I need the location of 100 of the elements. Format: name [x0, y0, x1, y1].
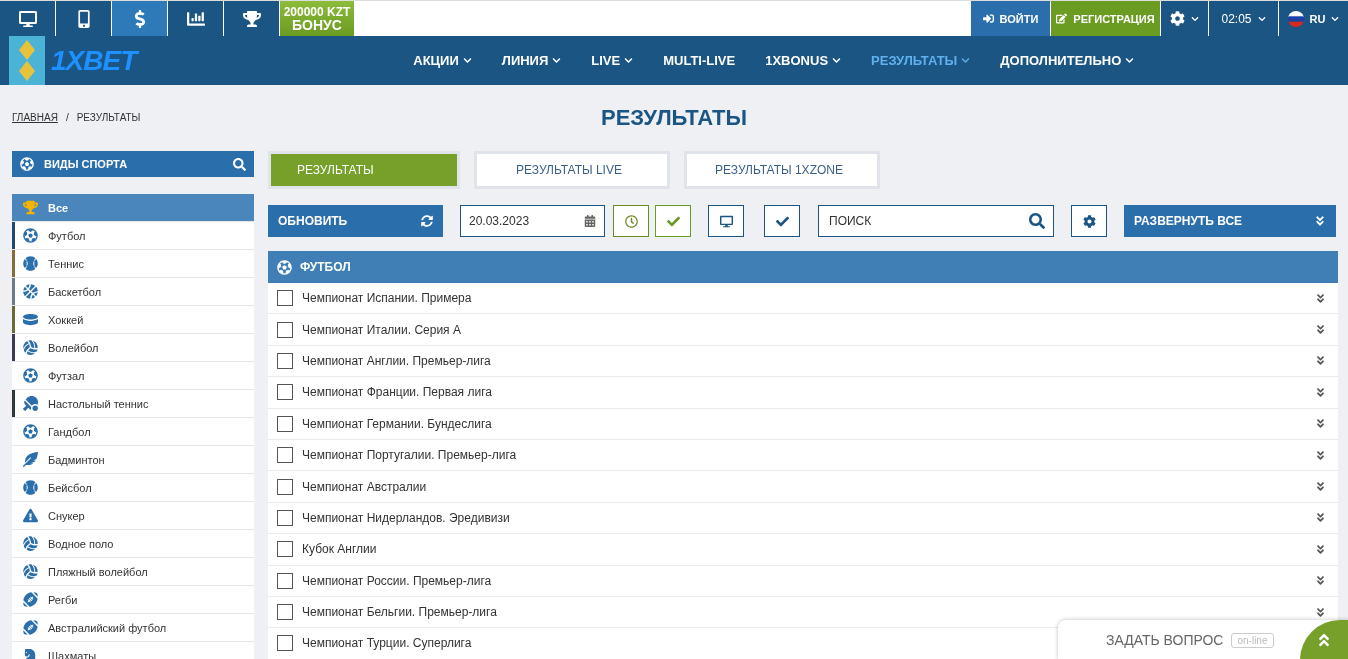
league-row[interactable]: Кубок Англии [268, 534, 1338, 566]
bar-chart-button[interactable] [168, 1, 224, 36]
league-name: Чемпионат Испании. Примера [302, 291, 472, 306]
nav-link[interactable]: АКЦИИ [413, 53, 472, 68]
search-icon[interactable] [233, 157, 246, 171]
league-name: Чемпионат Германии. Бундеслига [302, 416, 492, 431]
league-row[interactable]: Чемпионат Нидерландов. Эредивизи [268, 502, 1338, 535]
breadcrumb-link[interactable]: ГЛАВНАЯ [12, 112, 58, 123]
sidebar-item[interactable]: Настольный теннис [12, 390, 254, 418]
section-title: ФУТБОЛ [300, 260, 351, 274]
edit-icon [1056, 13, 1068, 24]
league-row[interactable]: Чемпионат Англии. Премьер-лига [268, 345, 1338, 378]
volleyball-icon [23, 564, 38, 579]
double-chevron-icon[interactable] [1315, 324, 1326, 336]
chat-dialog[interactable]: ЗАДАТЬ ВОПРОС on-line [1058, 620, 1348, 659]
double-chevron-icon[interactable] [1315, 386, 1326, 398]
volleyball-icon [23, 536, 38, 551]
sign-in-icon [982, 13, 994, 24]
checkbox[interactable] [277, 290, 293, 307]
refresh-button[interactable]: ОБНОВИТЬ [268, 205, 443, 237]
league-name: Чемпионат Англии. Премьер-лига [302, 353, 491, 368]
volleyball-icon [23, 340, 38, 355]
bar-chart-icon [186, 9, 205, 28]
checkbox[interactable] [277, 635, 293, 652]
checkbox[interactable] [277, 572, 293, 589]
check-button[interactable] [655, 205, 691, 237]
desktop-icon [18, 9, 37, 28]
double-chevron-icon[interactable] [1315, 512, 1326, 524]
time-dropdown[interactable]: 02:05 [1208, 1, 1278, 36]
league-name: Чемпионат Бельгии. Премьер-лига [302, 605, 497, 620]
checkbox[interactable] [277, 604, 293, 621]
search-field[interactable]: ПОИСК [818, 205, 1054, 237]
online-status: on-line [1231, 632, 1274, 648]
sidebar-item[interactable]: Хоккей [12, 306, 254, 334]
settings-icon [1082, 214, 1096, 228]
league-row[interactable]: Чемпионат Франции. Первая лига [268, 377, 1338, 409]
league-name: Чемпионат Франции. Первая лига [302, 385, 492, 400]
league-row[interactable]: Чемпионат Германии. Бундеслига [268, 408, 1338, 440]
sidebar-item[interactable]: Все [12, 194, 254, 222]
league-name: Чемпионат России. Премьер-лига [302, 573, 492, 588]
sidebar-title: ВИДЫ СПОРТА [44, 158, 129, 170]
checkbox[interactable] [277, 352, 293, 369]
double-chevron-icon[interactable] [1315, 449, 1326, 461]
double-chevron-icon[interactable] [1315, 575, 1326, 587]
tab[interactable]: РЕЗУЛЬТАТЫ 1XZONE [684, 151, 880, 189]
puck-icon [23, 312, 38, 327]
search-icon [1029, 213, 1045, 229]
breadcrumb-current: РЕЗУЛЬТАТЫ [76, 112, 141, 123]
double-chevron-icon[interactable] [1315, 418, 1326, 430]
league-row[interactable]: Чемпионат России. Премьер-лига [268, 565, 1338, 597]
double-chevron-icon[interactable] [1315, 606, 1326, 618]
desktop-button[interactable] [708, 205, 744, 237]
language-dropdown[interactable]: RU [1278, 1, 1348, 36]
page-title: РЕЗУЛЬТАТЫ [601, 104, 747, 132]
league-row[interactable]: Чемпионат Австралии [268, 471, 1338, 503]
checkbox[interactable] [277, 541, 293, 558]
nav-link[interactable]: ЛИНИЯ [501, 53, 562, 68]
checkbox[interactable] [277, 478, 293, 495]
dollar-button[interactable] [112, 1, 168, 36]
login-button[interactable]: ВОЙТИ [970, 1, 1050, 36]
scroll-up-button[interactable] [1300, 620, 1348, 659]
flag-icon [1287, 10, 1304, 27]
double-chevron-icon[interactable] [1315, 481, 1326, 493]
league-row[interactable]: Чемпионат Италии. Серия А [268, 314, 1338, 346]
sidebar-item[interactable]: Волейбол [12, 334, 254, 362]
mobile-phone-button[interactable] [56, 1, 112, 36]
league-name: Чемпионат Италии. Серия А [302, 322, 461, 337]
breadcrumb-separator: / [65, 112, 69, 123]
chevron-down-icon [1257, 14, 1266, 23]
checkbox[interactable] [277, 447, 293, 464]
chess-knight-icon [23, 648, 38, 659]
sidebar-item[interactable]: Футбол [12, 222, 254, 250]
checkbox[interactable] [277, 509, 293, 526]
double-chevron-icon [1314, 215, 1326, 227]
nav-link[interactable]: ДОПОЛНИТЕЛЬНО [1000, 53, 1135, 68]
settings-button[interactable] [1071, 205, 1107, 237]
double-chevron-icon[interactable] [1315, 543, 1326, 555]
nav-link[interactable]: 1XBONUS [765, 53, 842, 68]
checkbox[interactable] [277, 321, 293, 338]
league-row[interactable]: Чемпионат Португалии. Премьер-лига [268, 439, 1338, 472]
nav-link[interactable]: LIVE [591, 53, 634, 68]
league-row[interactable]: Чемпионат Испании. Примера [268, 283, 1338, 315]
sidebar-item[interactable]: Баскетбол [12, 278, 254, 306]
settings-icon [1170, 11, 1185, 26]
chevron-down-icon [1191, 14, 1199, 23]
double-chevron-icon[interactable] [1315, 292, 1326, 304]
sidebar-item[interactable]: Теннис [12, 250, 254, 278]
expand-all-button[interactable]: РАЗВЕРНУТЬ ВСЕ [1124, 205, 1336, 237]
trophy-button[interactable] [224, 1, 280, 36]
checkbox[interactable] [277, 415, 293, 432]
check-button[interactable] [764, 205, 800, 237]
checkbox[interactable] [277, 384, 293, 401]
tab[interactable]: РЕЗУЛЬТАТЫ LIVE [474, 151, 670, 189]
triangle-icon [23, 508, 38, 523]
nav-link[interactable]: MULTI-LIVE [663, 53, 736, 68]
clock-button[interactable] [613, 205, 649, 237]
check-icon [666, 214, 680, 228]
date-field[interactable]: 20.03.2023 [460, 205, 605, 237]
refresh-icon [421, 215, 433, 227]
double-chevron-icon[interactable] [1315, 355, 1326, 367]
